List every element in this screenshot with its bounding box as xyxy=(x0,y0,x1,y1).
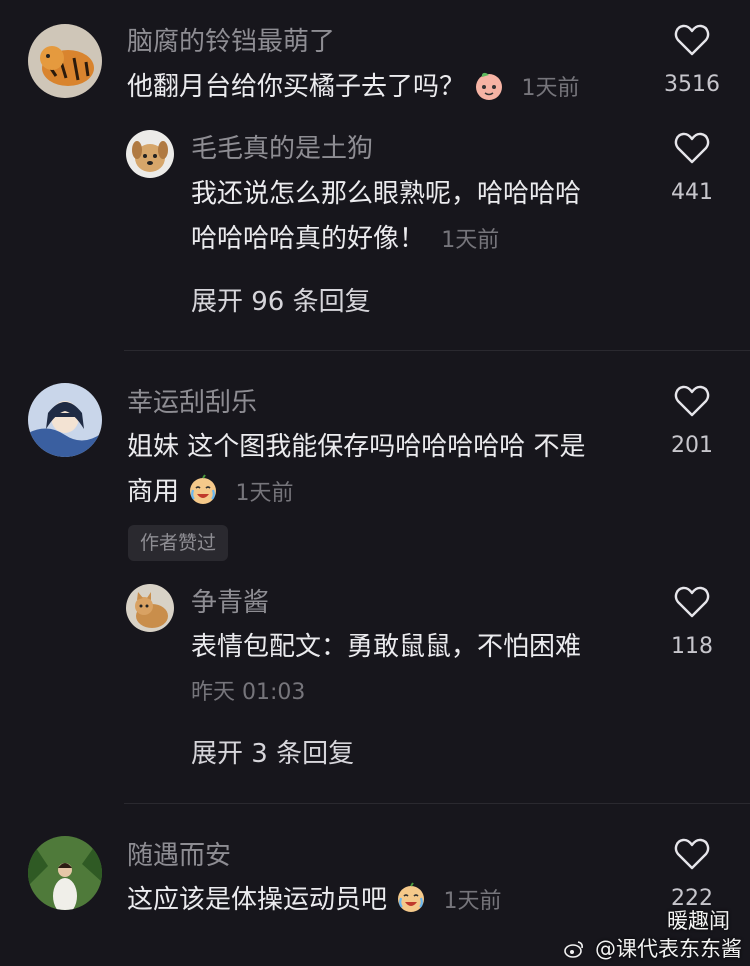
avatar[interactable] xyxy=(28,836,102,910)
comment-text-line: 姐妹 这个图我能保存吗哈哈哈哈哈 不是 xyxy=(127,432,586,462)
heart-icon xyxy=(674,586,710,618)
comment-text-line: 这应该是体操运动员吧 xyxy=(127,885,388,915)
heart-icon xyxy=(674,838,710,870)
like-button[interactable]: 222 xyxy=(652,838,732,914)
laughing-crying-emoji xyxy=(395,882,427,914)
comment-text: 他翻月台给你买橘子去了吗？ 1天前 xyxy=(127,61,580,115)
avatar[interactable] xyxy=(28,383,102,457)
laughing-crying-emoji xyxy=(187,474,219,506)
heart-icon xyxy=(674,24,710,56)
like-button[interactable]: 441 xyxy=(652,132,732,208)
like-button[interactable]: 3516 xyxy=(652,24,732,100)
heart-icon xyxy=(674,385,710,417)
username[interactable]: 争青酱 xyxy=(191,587,269,619)
like-count: 441 xyxy=(671,180,713,205)
comment-text-line: 我还说怎么那么眼熟呢，哈哈哈哈 xyxy=(191,179,582,209)
comment-text-line: 哈哈哈哈真的好像！ xyxy=(191,224,426,254)
avatar[interactable] xyxy=(126,584,174,632)
expand-replies-button[interactable]: 展开 96 条回复 xyxy=(191,286,371,318)
username[interactable]: 毛毛真的是土狗 xyxy=(191,133,373,165)
heart-icon xyxy=(674,132,710,164)
avatar[interactable] xyxy=(28,24,102,98)
comment-text: 表情包配文：勇敢鼠鼠，不怕困难 xyxy=(191,621,581,673)
comment-text: 这应该是体操运动员吧 1天前 xyxy=(127,874,502,928)
comment-text-line: 商用 xyxy=(127,477,180,507)
timestamp: 1天前 xyxy=(521,76,580,101)
author-liked-badge: 作者赞过 xyxy=(128,525,229,561)
timestamp: 1天前 xyxy=(441,228,500,253)
like-count: 201 xyxy=(671,433,713,458)
comment-list: 脑腐的铃铛最萌了 他翻月台给你买橘子去了吗？ 1天前 3516 毛毛真的是土狗 xyxy=(0,0,750,966)
like-count: 3516 xyxy=(664,72,720,97)
username[interactable]: 幸运刮刮乐 xyxy=(127,387,257,419)
timestamp: 1天前 xyxy=(235,481,294,506)
expand-replies-button[interactable]: 展开 3 条回复 xyxy=(191,738,354,770)
timestamp: 昨天 01:03 xyxy=(191,680,306,705)
divider xyxy=(124,350,750,351)
timestamp: 1天前 xyxy=(443,889,502,914)
comment-text: 哈哈哈哈真的好像！ 1天前 xyxy=(191,213,499,267)
weibo-icon xyxy=(564,941,584,958)
watermark: @课代表东东酱 xyxy=(564,936,742,962)
username[interactable]: 脑腐的铃铛最萌了 xyxy=(127,26,335,58)
like-count: 118 xyxy=(671,634,713,659)
comment-text-line: 他翻月台给你买橘子去了吗？ xyxy=(127,72,466,102)
username[interactable]: 随遇而安 xyxy=(127,840,231,872)
like-button[interactable]: 201 xyxy=(652,385,732,461)
comment-text: 商用 1天前 xyxy=(127,466,294,520)
avatar[interactable] xyxy=(126,130,174,178)
divider xyxy=(124,803,750,804)
like-button[interactable]: 118 xyxy=(652,586,732,662)
peach-emoji xyxy=(473,69,505,101)
comment-text-line: 表情包配文：勇敢鼠鼠，不怕困难 xyxy=(191,632,582,662)
watermark-source: 暖趣闻 xyxy=(667,909,730,933)
